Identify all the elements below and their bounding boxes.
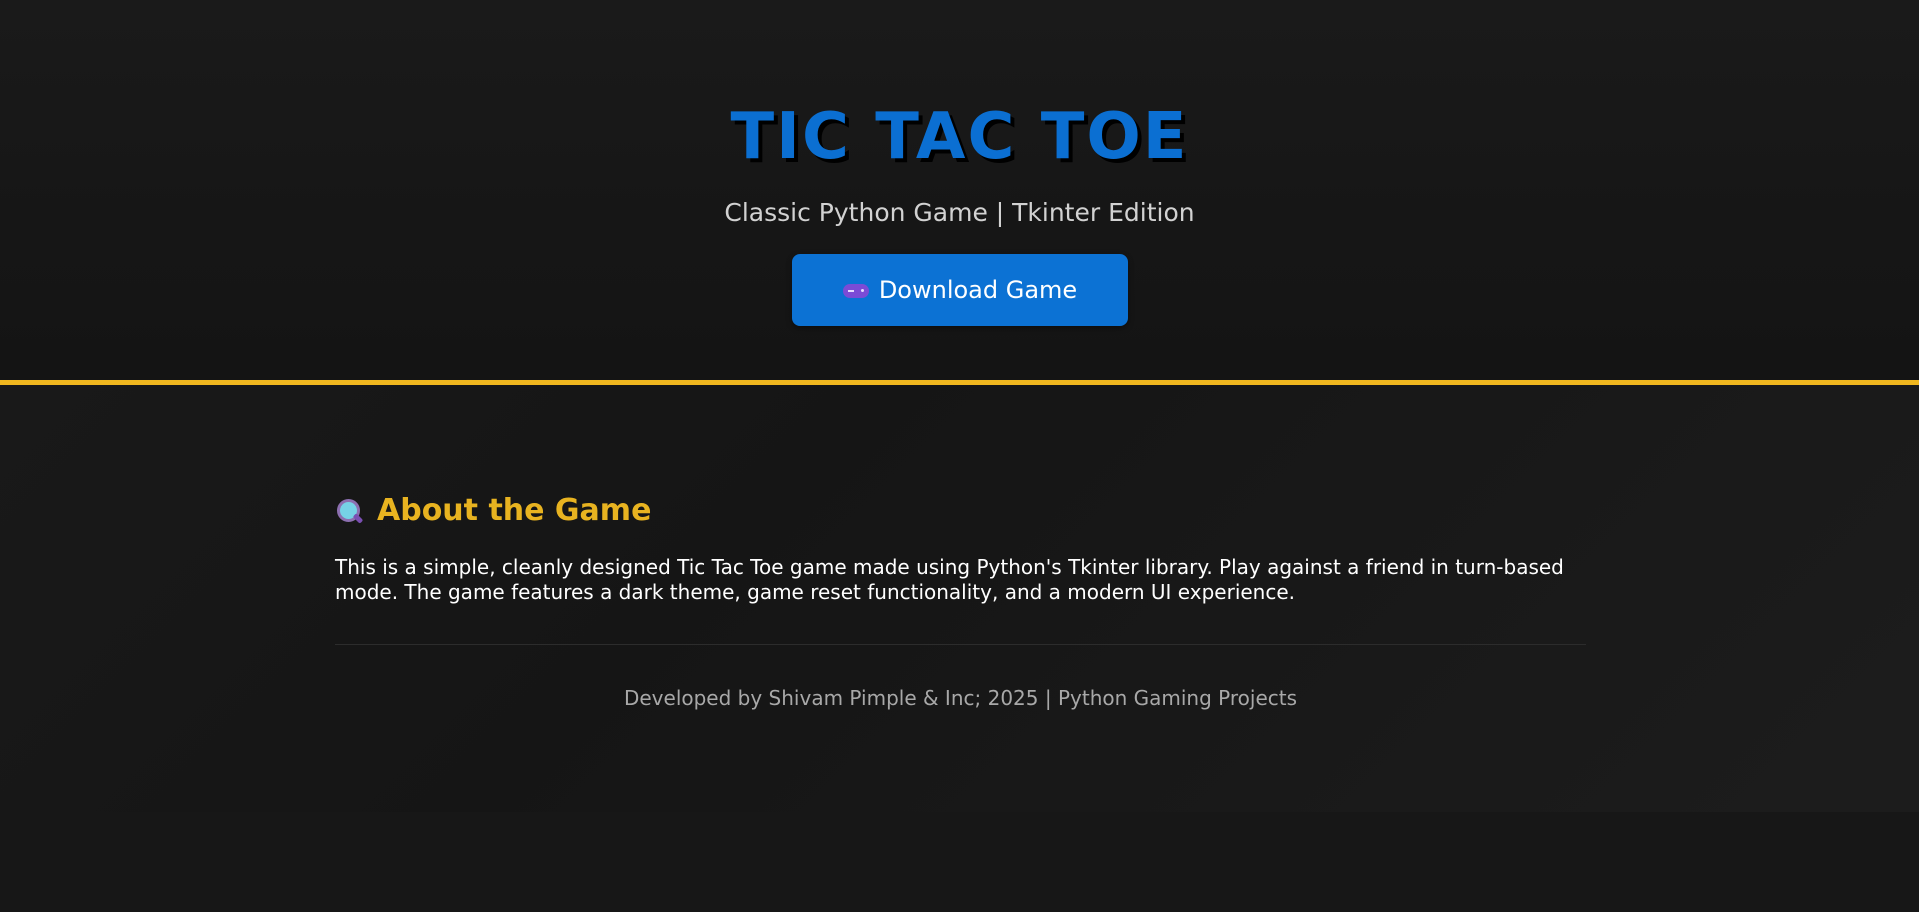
about-description: This is a simple, cleanly designed Tic T…	[335, 555, 1564, 604]
page-title: TIC TAC TOE	[730, 100, 1189, 174]
magnifying-glass-icon	[335, 497, 364, 525]
bottom-band	[0, 812, 1919, 912]
download-game-button[interactable]: Download Game	[792, 254, 1128, 326]
about-heading-text: About the Game	[377, 493, 652, 528]
download-button-label: Download Game	[878, 276, 1078, 304]
page: TIC TAC TOE Classic Python Game | Tkinte…	[0, 0, 1919, 912]
about-heading: About the Game	[335, 493, 651, 528]
gamepad-icon	[842, 281, 869, 299]
footer-credit: Developed by Shivam Pimple & Inc; 2025 |…	[623, 686, 1298, 710]
divider	[335, 644, 1586, 645]
hero-section: TIC TAC TOE Classic Python Game | Tkinte…	[0, 0, 1919, 385]
page-subtitle: Classic Python Game | Tkinter Edition	[724, 198, 1195, 227]
